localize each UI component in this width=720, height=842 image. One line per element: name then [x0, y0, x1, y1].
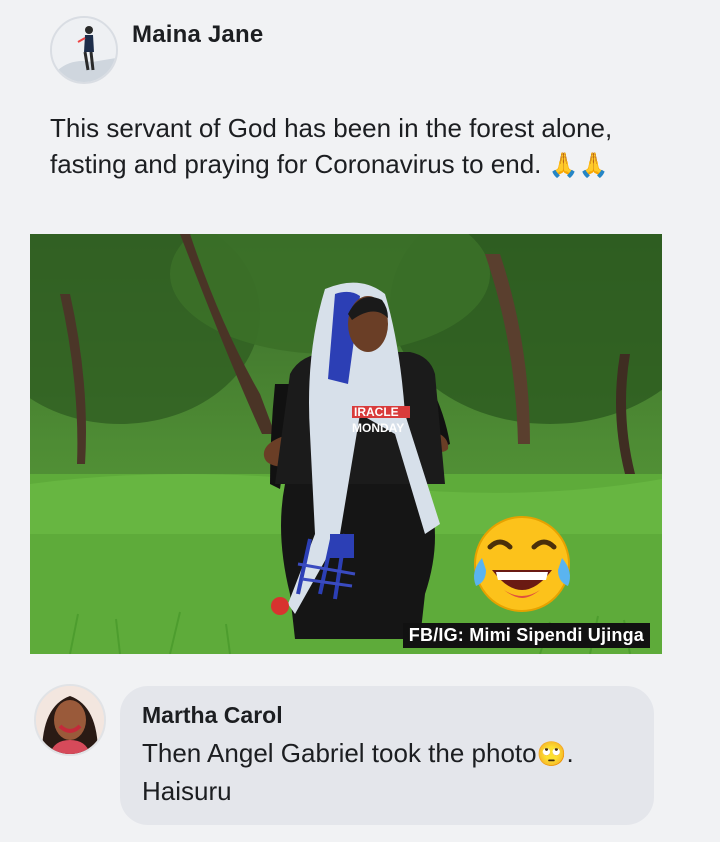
comment: Martha Carol Then Angel Gabriel took the…: [34, 684, 694, 825]
forest-scene: IRACLE MONDAY: [30, 234, 662, 654]
shirt-text-line-1: IRACLE: [354, 405, 399, 419]
author-avatar[interactable]: [50, 16, 118, 84]
comment-body: Then Angel Gabriel took the photo: [142, 738, 537, 768]
tears-of-joy-emoji: [474, 516, 570, 612]
post-text: This servant of God has been in the fore…: [50, 110, 650, 184]
post-body-text: This servant of God has been in the fore…: [50, 113, 613, 179]
commenter-name[interactable]: Martha Carol: [142, 702, 628, 729]
shirt-text-line-2: MONDAY: [352, 421, 404, 435]
comment-text: Then Angel Gabriel took the photo🙄. Hais…: [142, 735, 628, 809]
commenter-avatar[interactable]: [34, 684, 106, 756]
photo-watermark: FB/IG: Mimi Sipendi Ujinga: [402, 623, 650, 648]
praying-hands-emoji: 🙏🙏: [548, 152, 609, 179]
post-header: Maina Jane: [50, 14, 263, 86]
commenter-avatar-photo: [36, 686, 104, 754]
eye-roll-emoji: 🙄: [536, 741, 567, 768]
post-author-name[interactable]: Maina Jane: [132, 21, 263, 49]
comment-bubble: Martha Carol Then Angel Gabriel took the…: [120, 686, 654, 825]
avatar-photo: [52, 18, 116, 82]
post-photo[interactable]: IRACLE MONDAY FB/IG: Mimi Sipendi Ujinga: [30, 234, 662, 654]
